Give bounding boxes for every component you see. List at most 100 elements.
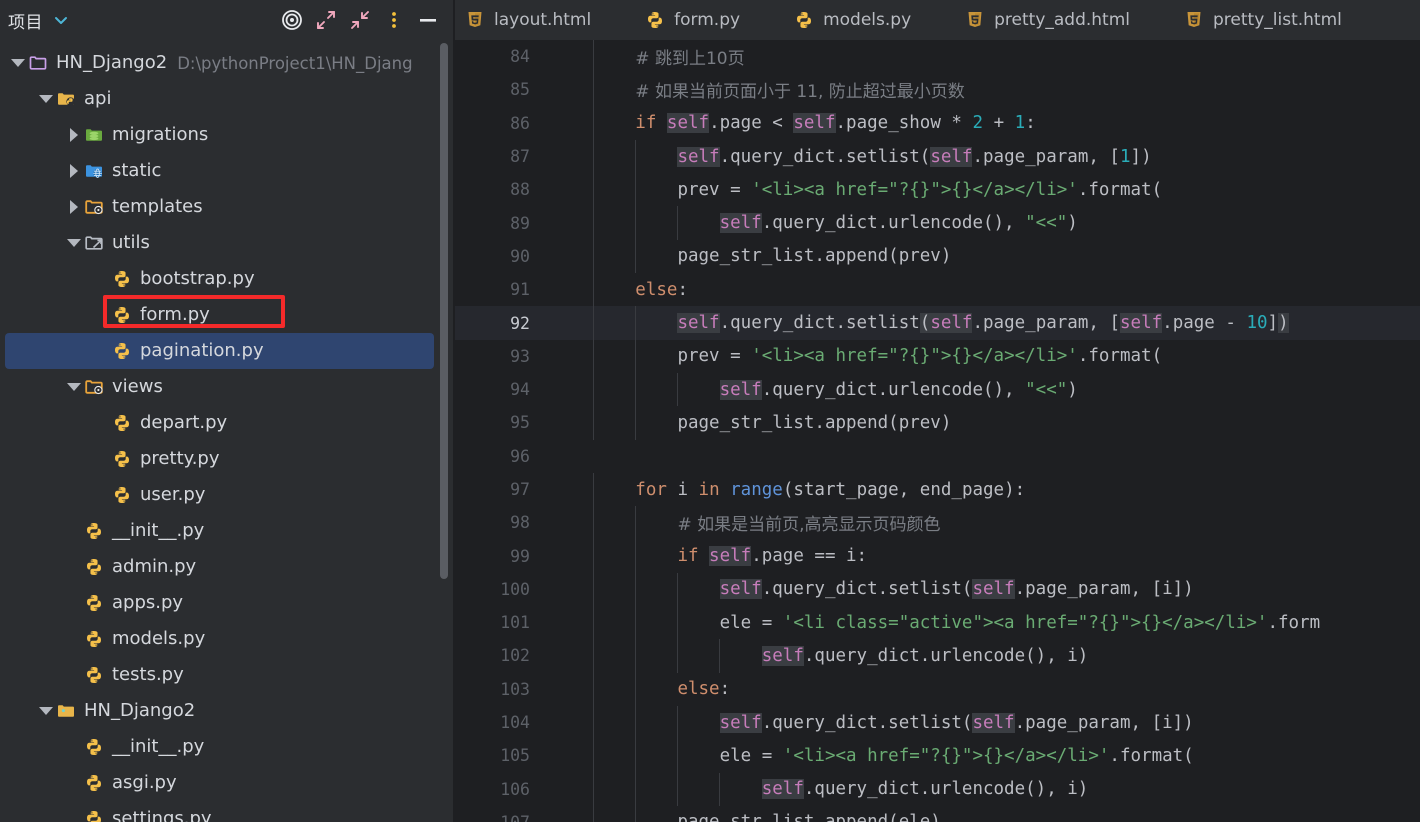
code-line[interactable]: 84 # 跳到上10页 [455,40,1420,74]
folder-templates-icon [83,197,105,217]
tree-item-templates[interactable]: templates [0,189,455,225]
indent-guide [635,372,637,407]
chevron-right-icon[interactable] [65,198,83,216]
indent-guide [593,372,595,407]
chevron-down-icon[interactable] [65,234,83,252]
code-line[interactable]: 96 [455,440,1420,473]
tree-item-migrations[interactable]: migrations [0,117,455,153]
line-number: 89 [510,213,530,233]
code-line[interactable]: 105 ele = '<li><a href="?{}">{}</a></li>… [455,739,1420,773]
code-line[interactable]: 93 prev = '<li><a href="?{}">{}</a></li>… [455,339,1420,373]
chevron-right-icon[interactable] [65,126,83,144]
code-line[interactable]: 98 # 如果是当前页,高亮显示页码颜色 [455,506,1420,540]
chevron-down-icon[interactable] [52,11,70,29]
editor-tab-pretty-add-html[interactable]: pretty_add.html [955,0,1148,40]
code-line[interactable]: 92 self.query_dict.setlist(self.page_par… [455,306,1420,340]
code-line[interactable]: 88 prev = '<li><a href="?{}">{}</a></li>… [455,173,1420,207]
chevron-down-icon[interactable] [37,702,55,720]
folder-source-icon [83,233,105,253]
chevron-down-icon[interactable] [9,54,27,72]
tree-item-bootstrap-py[interactable]: bootstrap.py [0,261,455,297]
code-line[interactable]: 106 self.query_dict.urlencode(), i) [455,772,1420,806]
code-line[interactable]: 103 else: [455,672,1420,706]
line-number: 96 [510,446,530,466]
code-line[interactable]: 107 page_str_list.append(ele) [455,805,1420,822]
line-number: 90 [510,246,530,266]
indent-guide [593,306,595,340]
chevron-down-icon[interactable] [65,378,83,396]
indent-guide [593,40,595,74]
indent-guide [593,173,595,207]
collapse-all-icon[interactable] [343,5,377,35]
code-line[interactable]: 95 page_str_list.append(prev) [455,406,1420,440]
tree-item-models-py[interactable]: models.py [0,621,455,657]
python-file-icon [83,557,105,577]
indent-guide [719,772,721,806]
code-line[interactable]: 94 self.query_dict.urlencode(), "<<") [455,372,1420,407]
panel-toolbar [275,5,445,35]
expand-all-icon[interactable] [309,5,343,35]
tree-item-hn-django2[interactable]: HN_Django2 D:\pythonProject1\HN_Djang [0,45,455,81]
code-line[interactable]: 87 self.query_dict.setlist(self.page_par… [455,139,1420,174]
tree-item-pagination-py[interactable]: pagination.py [5,333,434,369]
tree-item-apps-py[interactable]: apps.py [0,585,455,621]
project-tree[interactable]: HN_Django2 D:\pythonProject1\HN_Djangapi m… [0,40,455,822]
tree-item-api[interactable]: api [0,81,455,117]
sidebar-scrollbar[interactable] [440,43,448,579]
tree-item-tests-py[interactable]: tests.py [0,657,455,693]
tree-item-views[interactable]: views [0,369,455,405]
code-line[interactable]: 91 else: [455,273,1420,307]
line-number: 102 [500,646,530,666]
indent-guide [635,406,637,440]
indent-guide [635,805,637,822]
tree-item-admin-py[interactable]: admin.py [0,549,455,585]
code-line[interactable]: 97 for i in range(start_page, end_page): [455,472,1420,507]
line-number: 107 [455,813,543,822]
code-line[interactable]: 101 ele = '<li class="active"><a href="?… [455,606,1420,640]
chevron-down-icon[interactable] [37,90,55,108]
line-number: 101 [500,613,530,633]
code-line[interactable]: 102 self.query_dict.urlencode(), i) [455,639,1420,673]
code-line[interactable]: 89 self.query_dict.urlencode(), "<<") [455,206,1420,240]
tree-item-settings-py[interactable]: settings.py [0,801,455,822]
editor-tab-models-py[interactable]: models.py [784,0,929,40]
tree-item--init-py[interactable]: __init__.py [0,513,455,549]
editor-tab-form-py[interactable]: form.py [635,0,758,40]
tree-item-depart-py[interactable]: depart.py [0,405,455,441]
python-file-icon [83,521,105,541]
locate-target-icon[interactable] [275,5,309,35]
editor-tab-layout-html[interactable]: layout.html [455,0,609,40]
tree-item-utils[interactable]: utils [0,225,455,261]
tree-item-hn-django2[interactable]: HN_Django2 [0,693,455,729]
minimize-icon[interactable] [411,5,445,35]
tree-item-user-py[interactable]: user.py [0,477,455,513]
python-file-icon [111,305,133,325]
editor-tab-pretty-list-html[interactable]: pretty_list.html [1174,0,1360,40]
line-number: 91 [510,280,530,300]
tree-item-pretty-py[interactable]: pretty.py [0,441,455,477]
indent-guide [593,206,595,240]
editor-tabbar[interactable]: layout.html form.py models.py pretty_add.ht… [455,0,1420,40]
code-line[interactable]: 86 if self.page < self.page_show * 2 + 1… [455,106,1420,140]
code-view[interactable]: 84 # 跳到上10页 85 # 如果当前页面小于 11, 防止超过最小页数 86 … [455,40,1420,822]
tree-item-static[interactable]: static [0,153,455,189]
code-line[interactable]: 85 # 如果当前页面小于 11, 防止超过最小页数 [455,73,1420,107]
tree-item-asgi-py[interactable]: asgi.py [0,765,455,801]
tree-item-label: asgi.py [112,772,177,793]
code-text: page_str_list.append(prev) [677,412,952,433]
code-line[interactable]: 100 self.query_dict.setlist(self.page_pa… [455,572,1420,607]
chevron-right-icon[interactable] [65,162,83,180]
tree-item--init-py[interactable]: __init__.py [0,729,455,765]
code-line[interactable]: 90 page_str_list.append(prev) [455,239,1420,274]
python-file-icon [111,341,133,361]
more-options-icon[interactable] [377,5,411,35]
tree-item-label: api [84,88,112,109]
tree-item-form-py[interactable]: form.py [0,297,455,333]
code-line[interactable]: 99 if self.page == i: [455,539,1420,573]
code-line[interactable]: 104 self.query_dict.setlist(self.page_pa… [455,705,1420,740]
